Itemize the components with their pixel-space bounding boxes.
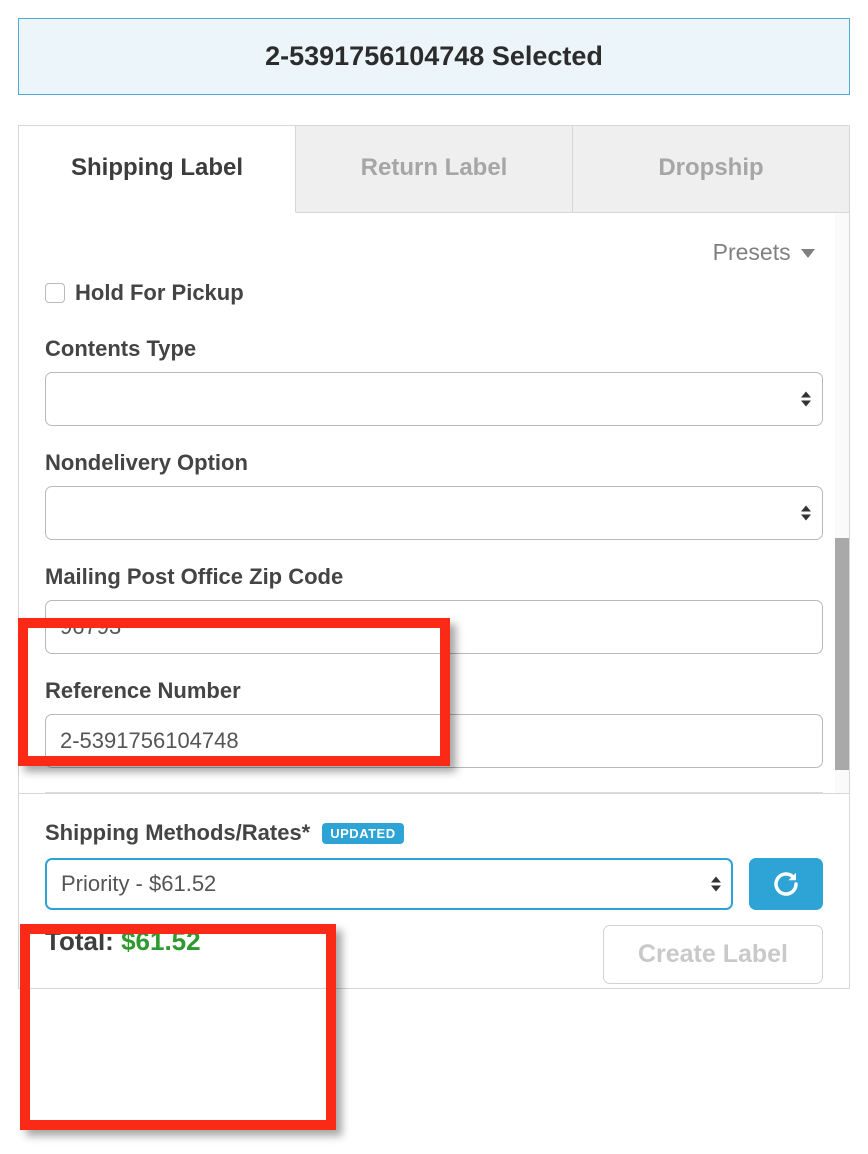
- rate-row: [45, 858, 823, 910]
- tab-return-label[interactable]: Return Label: [296, 126, 573, 212]
- nondelivery-select[interactable]: [45, 486, 823, 540]
- presets-label: Presets: [713, 239, 791, 265]
- reference-number-label: Reference Number: [45, 678, 823, 704]
- total-label: Total:: [45, 926, 121, 956]
- hold-for-pickup-checkbox[interactable]: [45, 283, 65, 303]
- shipping-methods-label-row: Shipping Methods/Rates* UPDATED: [45, 820, 823, 846]
- mailing-zip-input[interactable]: [45, 600, 823, 654]
- selection-banner: 2-5391756104748 Selected: [18, 18, 850, 95]
- refresh-rates-button[interactable]: [749, 858, 823, 910]
- create-label-button[interactable]: Create Label: [603, 925, 823, 984]
- selection-banner-text: 2-5391756104748 Selected: [265, 41, 603, 71]
- reference-number-field: Reference Number: [45, 678, 823, 768]
- mailing-zip-field: Mailing Post Office Zip Code: [45, 564, 823, 654]
- label-panel: Shipping Label Return Label Dropship Pre…: [18, 125, 850, 989]
- shipping-method-select[interactable]: [45, 858, 733, 910]
- form-scroll-area: Presets Hold For Pickup Contents Type No…: [19, 213, 849, 793]
- contents-type-field: Contents Type: [45, 336, 823, 426]
- scrollbar-track[interactable]: [835, 213, 849, 793]
- refresh-icon: [771, 869, 801, 899]
- create-label-button-text: Create Label: [638, 940, 788, 968]
- mailing-zip-label: Mailing Post Office Zip Code: [45, 564, 823, 590]
- contents-type-label: Contents Type: [45, 336, 823, 362]
- updated-badge: UPDATED: [322, 823, 403, 844]
- tab-shipping-label[interactable]: Shipping Label: [19, 126, 296, 213]
- hold-for-pickup-row[interactable]: Hold For Pickup: [45, 280, 823, 306]
- tab-label: Dropship: [658, 154, 763, 181]
- tab-bar: Shipping Label Return Label Dropship: [19, 126, 849, 213]
- reference-number-input[interactable]: [45, 714, 823, 768]
- tab-dropship[interactable]: Dropship: [573, 126, 849, 212]
- nondelivery-label: Nondelivery Option: [45, 450, 823, 476]
- rates-section: Shipping Methods/Rates* UPDATED Total: $…: [19, 793, 849, 988]
- total-amount: $61.52: [121, 926, 201, 956]
- presets-dropdown[interactable]: Presets: [45, 233, 823, 280]
- contents-type-select[interactable]: [45, 372, 823, 426]
- hold-for-pickup-label: Hold For Pickup: [75, 280, 244, 306]
- caret-down-icon: [801, 249, 815, 258]
- tab-label: Return Label: [361, 154, 508, 181]
- scrollbar-thumb[interactable]: [835, 538, 849, 770]
- divider: [45, 792, 823, 793]
- tab-label: Shipping Label: [71, 154, 243, 181]
- shipping-methods-label: Shipping Methods/Rates*: [45, 820, 310, 846]
- nondelivery-field: Nondelivery Option: [45, 450, 823, 540]
